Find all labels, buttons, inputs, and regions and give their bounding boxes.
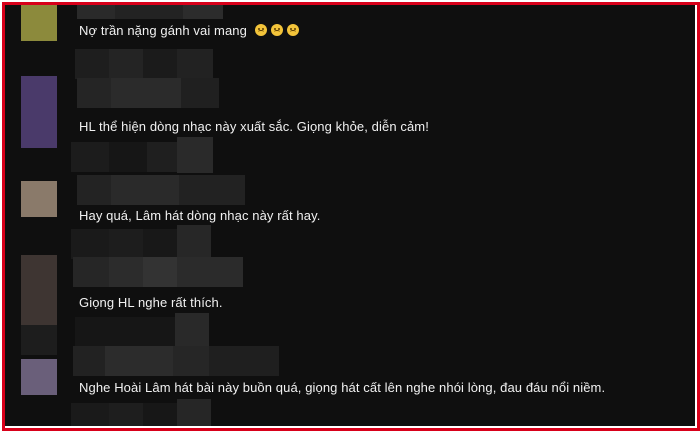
blurred-actions — [75, 49, 109, 79]
worried-face-icon — [286, 24, 299, 36]
comment-text: Giọng HL nghe rất thích. — [79, 295, 223, 310]
comment-text: Hay quá, Lâm hát dòng nhạc này rất hay. — [79, 208, 321, 223]
comment-text: Nợ trần nặng gánh vai mang — [79, 23, 299, 38]
blurred-actions — [143, 403, 177, 426]
comment-item: Giọng HL nghe rất thích. — [5, 255, 695, 355]
comments-panel: Nợ trần nặng gánh vai mang HL thể hiện d… — [5, 5, 695, 426]
blurred-username — [179, 175, 245, 205]
blurred-username — [183, 5, 223, 19]
blurred-username — [73, 257, 109, 287]
blurred-username — [111, 175, 179, 205]
blurred-actions — [71, 403, 109, 426]
comment-text: Nghe Hoài Lâm hát bài này buồn quá, giọn… — [79, 380, 606, 395]
blurred-actions — [175, 313, 209, 347]
comment-text: HL thể hiện dòng nhạc này xuất sắc. Giọn… — [79, 119, 429, 134]
blurred-actions — [177, 225, 211, 259]
avatar[interactable] — [21, 181, 57, 217]
avatar[interactable] — [21, 76, 57, 148]
blurred-username — [143, 257, 177, 287]
blurred-actions — [147, 142, 177, 172]
blurred-username — [105, 346, 173, 376]
blurred-username — [77, 78, 111, 108]
blurred-username — [173, 346, 209, 376]
worried-face-icon — [254, 24, 267, 36]
blurred-actions — [71, 142, 109, 172]
blurred-actions — [109, 142, 147, 172]
blurred-username — [209, 346, 279, 376]
blurred-username — [111, 78, 181, 108]
blurred-actions — [143, 49, 177, 79]
comment-item: Nghe Hoài Lâm hát bài này buồn quá, giọn… — [5, 343, 695, 426]
blurred-username — [73, 346, 105, 376]
comment-item: Hay quá, Lâm hát dòng nhạc này rất hay. — [5, 175, 695, 263]
blurred-username — [115, 5, 183, 19]
blurred-actions — [177, 49, 213, 79]
blurred-actions — [177, 137, 213, 173]
blurred-actions — [109, 403, 143, 426]
comment-item: HL thể hiện dòng nhạc này xuất sắc. Giọn… — [5, 76, 695, 173]
avatar[interactable] — [21, 359, 57, 395]
blurred-username — [181, 78, 219, 108]
avatar[interactable] — [21, 5, 57, 41]
blurred-username — [77, 5, 115, 19]
worried-face-icon — [270, 24, 283, 36]
avatar[interactable] — [21, 255, 57, 325]
blurred-actions — [177, 399, 211, 426]
blurred-username — [77, 175, 111, 205]
comment-item: Nợ trần nặng gánh vai mang — [5, 5, 695, 85]
blurred-username — [177, 257, 243, 287]
blurred-actions — [109, 49, 143, 79]
blurred-username — [109, 257, 143, 287]
